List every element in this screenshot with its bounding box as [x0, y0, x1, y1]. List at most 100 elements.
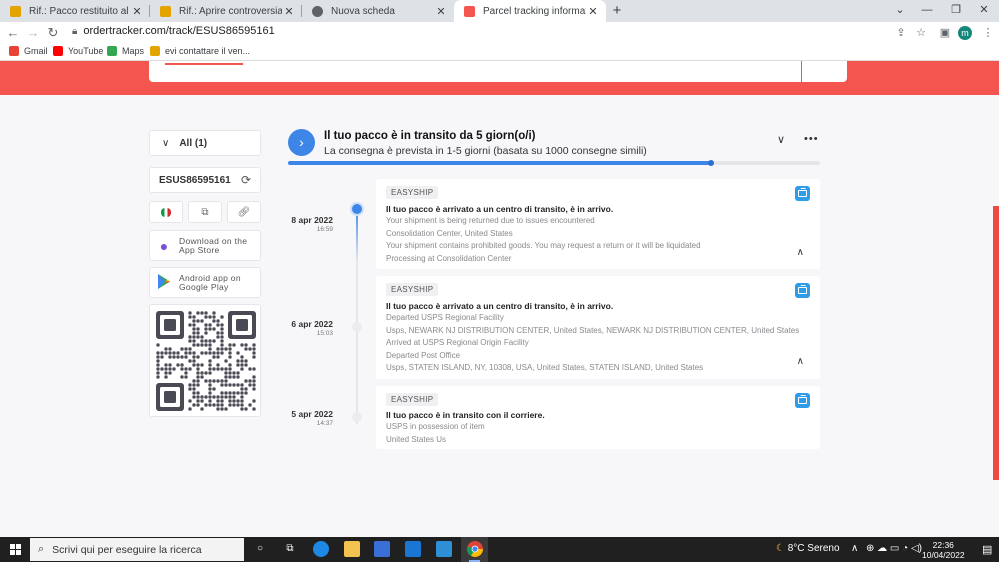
tab-strip: Rif.: Pacco restituito al mittente - ✕ R… [0, 0, 999, 22]
close-tab-icon[interactable]: ✕ [130, 5, 144, 18]
new-tab-button[interactable]: + [608, 2, 626, 20]
profile-avatar[interactable]: m [958, 26, 972, 40]
back-arrow-icon[interactable]: ← [4, 24, 22, 42]
package-icon [795, 393, 810, 408]
tab-title: Rif.: Pacco restituito al mittente - [29, 5, 130, 17]
chevron-down-icon: ∨ [162, 137, 170, 149]
event-detail: Processing at Consolidation Center [386, 254, 512, 263]
tab-search-icon[interactable]: ⌄ [885, 0, 915, 22]
tracking-event-card: EASYSHIP Il tuo pacco è in transito con … [376, 386, 820, 449]
windows-start-icon[interactable] [10, 544, 21, 555]
url-text: ordertracker.com/track/ESUS86595161 [83, 25, 275, 37]
bookmark-label: evi contattare il ven... [165, 46, 251, 56]
forward-arrow-icon[interactable]: → [24, 24, 42, 42]
google-play-button[interactable]: Android app on Google Play [149, 267, 261, 298]
event-headline: Il tuo pacco è arrivato a un centro di t… [386, 204, 614, 214]
tab-1[interactable]: Rif.: Pacco restituito al mittente - ✕ [0, 0, 150, 22]
chevron-right-icon[interactable]: › [288, 129, 315, 156]
page-content: ∨ All (1) ESUS86595161 ⟳ ⧉ 🔗︎ ● Download… [0, 61, 999, 537]
tab-title: Nuova scheda [331, 5, 395, 17]
file-explorer-icon[interactable] [344, 541, 360, 557]
page-scrollbar[interactable] [993, 206, 999, 480]
bookmarks-bar: Gmail YouTube Maps evi contattare il ven… [0, 44, 999, 61]
app-icon[interactable] [436, 541, 452, 557]
side-panel-icon[interactable]: ▣ [937, 25, 953, 41]
collapse-chevron-icon[interactable]: ∧ [797, 247, 804, 258]
event-datetime: 6 apr 2022 15:03 [285, 319, 333, 337]
qr-code-box [149, 304, 261, 417]
moon-icon: ☾ [776, 543, 785, 554]
timeline-active-segment [356, 206, 358, 261]
taskbar-search-box[interactable]: ⌕ Scrivi qui per eseguire la ricerca [30, 538, 244, 561]
close-window-button[interactable]: ✕ [969, 0, 999, 22]
minimize-button[interactable]: — [912, 0, 942, 22]
event-date: 6 apr 2022 [291, 319, 333, 329]
event-date: 5 apr 2022 [291, 409, 333, 419]
browser-toolbar: ← → ↻ 🔒︎ ordertracker.com/track/ESUS86595… [0, 22, 999, 44]
collapse-chevron-icon[interactable]: ∧ [797, 356, 804, 367]
bookmark-maps[interactable]: Maps [107, 46, 144, 56]
close-tab-icon[interactable]: ✕ [282, 5, 296, 18]
close-tab-icon[interactable]: ✕ [434, 5, 448, 18]
event-detail: Usps, STATEN ISLAND, NY, 10308, USA, Uni… [386, 363, 704, 372]
system-tray-icons[interactable]: ⊕ ☁ ▭ ◔ ◁) [866, 543, 922, 554]
task-view-icon[interactable]: ⧉ [282, 541, 298, 557]
address-bar[interactable]: 🔒︎ ordertracker.com/track/ESUS86595161 [72, 25, 275, 37]
google-play-icon [155, 273, 173, 292]
status-title: Il tuo pacco è in transito da 5 giorn(o/… [324, 130, 536, 142]
status-subtitle: La consegna è prevista in 1-5 giorni (ba… [324, 145, 647, 157]
bookmark-gmail[interactable]: Gmail [9, 46, 48, 56]
bookmark-youtube[interactable]: YouTube [53, 46, 103, 56]
copy-button[interactable]: ⧉ [188, 201, 222, 223]
event-datetime: 8 apr 2022 16:59 [285, 215, 333, 233]
share-link-button[interactable]: 🔗︎ [227, 201, 261, 223]
package-filter-dropdown[interactable]: ∨ All (1) [149, 130, 261, 156]
tracking-number-box[interactable]: ESUS86595161 ⟳ [149, 167, 261, 193]
apple-icon: ● [159, 237, 169, 254]
event-detail: Departed Post Office [386, 351, 461, 360]
delivery-progress-bar [288, 160, 820, 166]
tab-title: Rif.: Aprire controversia dopo av [179, 5, 282, 17]
bookmark-star-icon[interactable]: ☆ [913, 25, 929, 41]
youtube-icon [53, 46, 63, 56]
weather-widget[interactable]: ☾ 8°C Sereno [776, 543, 840, 554]
event-datetime: 5 apr 2022 14:37 [285, 409, 333, 427]
refresh-icon[interactable]: ⟳ [241, 173, 251, 187]
reload-icon[interactable]: ↻ [44, 24, 62, 42]
collapse-chevron-icon[interactable]: ∨ [777, 133, 785, 146]
mail-icon[interactable] [405, 541, 421, 557]
notification-icon[interactable]: ▤ [982, 543, 992, 556]
tab-2[interactable]: Rif.: Aprire controversia dopo av ✕ [150, 0, 302, 22]
chrome-taskbar-button[interactable] [461, 537, 488, 562]
event-detail: Your shipment contains prohibited goods.… [386, 241, 701, 250]
chevron-up-icon[interactable]: ∧ [851, 543, 858, 554]
bookmark-contact-seller[interactable]: evi contattare il ven... [150, 46, 250, 56]
qr-code [156, 311, 256, 411]
bookmark-label: Gmail [24, 46, 48, 56]
more-options-icon[interactable]: ••• [804, 133, 819, 145]
tracking-number: ESUS86595161 [159, 174, 231, 186]
event-time: 14:37 [316, 420, 333, 427]
tab-4-active[interactable]: Parcel tracking information ✕ [454, 0, 606, 22]
cortana-icon[interactable]: ○ [252, 541, 268, 557]
event-headline: Il tuo pacco è in transito con il corrie… [386, 410, 545, 420]
share-icon[interactable]: ⇪ [893, 25, 909, 41]
tab-3[interactable]: Nuova scheda ✕ [302, 0, 454, 22]
event-detail: Consolidation Center, United States [386, 229, 513, 238]
package-icon [795, 186, 810, 201]
restore-button[interactable]: ❐ [941, 0, 971, 22]
app-store-button[interactable]: ● Download on the App Store [149, 230, 261, 261]
country-flag-button[interactable] [149, 201, 183, 223]
close-tab-icon[interactable]: ✕ [586, 5, 600, 18]
event-detail: Departed USPS Regional Facility [386, 313, 504, 322]
carrier-badge: EASYSHIP [386, 393, 439, 406]
card-divider [801, 61, 802, 82]
app-store-text: Download on the App Store [179, 236, 247, 255]
kebab-menu-icon[interactable]: ⋮ [980, 25, 996, 41]
mail-icon [150, 46, 160, 56]
store-icon[interactable] [374, 541, 390, 557]
edge-icon[interactable] [313, 541, 329, 557]
taskbar-clock[interactable]: 22:36 10/04/2022 [922, 540, 965, 560]
bookmark-label: YouTube [68, 46, 104, 56]
event-detail: USPS in possession of item [386, 422, 485, 431]
